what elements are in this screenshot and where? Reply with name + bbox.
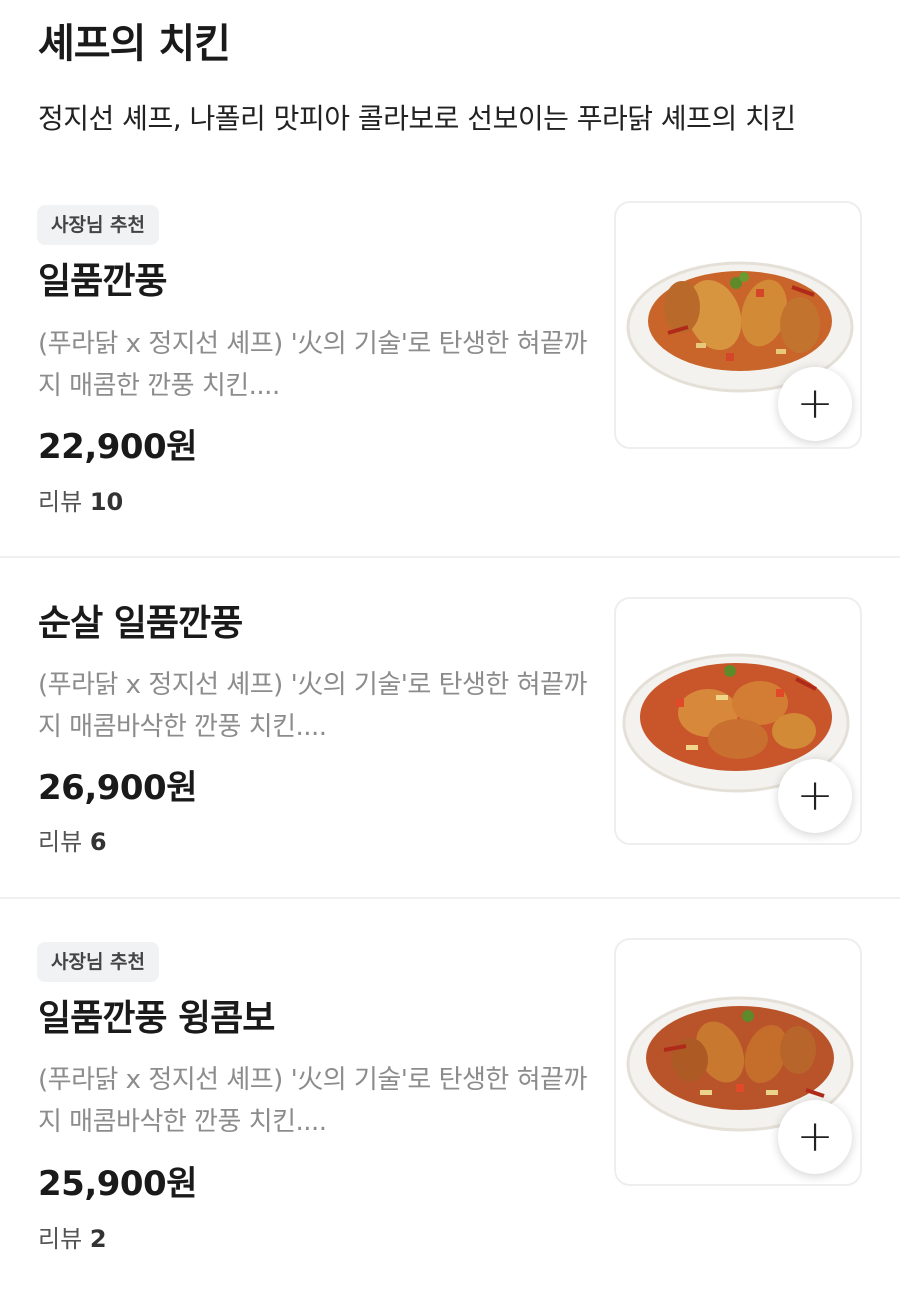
menu-item-name: 일품깐풍 [38,261,167,302]
add-to-cart-button[interactable]: + [778,1100,852,1174]
recommend-badge: 사장님 추천 [37,942,160,982]
add-to-cart-button[interactable]: + [778,367,852,441]
menu-item-name: 순살 일품깐풍 [38,603,243,644]
menu-item-description: (푸라닭 x 정지선 셰프) '火의 기술'로 탄생한 혀끝까지 매콤바삭한 깐… [38,670,587,742]
menu-item-description: (푸라닭 x 정지선 셰프) '火의 기술'로 탄생한 혀끝까지 매콤한 깐풍 … [38,329,587,401]
menu-item[interactable]: 순살 일품깐풍 (푸라닭 x 정지선 셰프) '火의 기술'로 탄생한 혀끝까지… [0,558,900,898]
menu-item-price: 26,900원 [38,768,197,808]
review-count: 리뷰 10 [38,488,124,516]
menu-item-image[interactable]: + [614,938,862,1186]
plus-icon: + [796,378,834,429]
menu-item[interactable]: 사장님 추천 일품깐풍 (푸라닭 x 정지선 셰프) '火의 기술'로 탄생한 … [0,0,900,558]
recommend-badge: 사장님 추천 [37,205,160,245]
menu-item[interactable]: 사장님 추천 일품깐풍 윙콤보 (푸라닭 x 정지선 셰프) '火의 기술'로 … [0,899,900,1296]
add-to-cart-button[interactable]: + [778,759,852,833]
plus-icon: + [796,770,834,821]
menu-item-name: 일품깐풍 윙콤보 [38,998,275,1039]
menu-item-description: (푸라닭 x 정지선 셰프) '火의 기술'로 탄생한 혀끝까지 매콤바삭한 깐… [38,1065,587,1137]
plus-icon: + [796,1111,834,1162]
menu-item-image[interactable]: + [614,597,862,845]
menu-item-image[interactable]: + [614,201,862,449]
menu-item-price: 22,900원 [38,427,197,467]
review-count: 리뷰 2 [38,1225,107,1253]
menu-item-price: 25,900원 [38,1164,197,1204]
review-count: 리뷰 6 [38,828,107,856]
